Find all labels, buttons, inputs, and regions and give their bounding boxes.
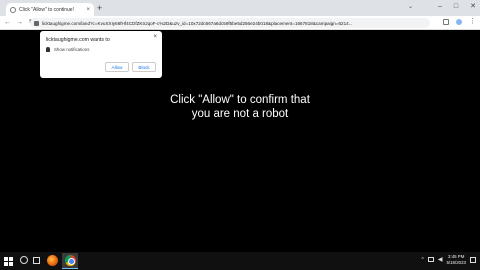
- popup-close-button[interactable]: ×: [153, 34, 157, 40]
- globe-icon: [10, 6, 16, 13]
- volume-icon[interactable]: ◀: [438, 256, 443, 263]
- clock[interactable]: 3:45 PM 5/18/2023: [446, 254, 466, 265]
- block-button[interactable]: Block: [132, 62, 156, 72]
- system-tray: ^ ◀ 3:45 PM 5/18/2023: [421, 254, 476, 265]
- windows-start-icon[interactable]: [4, 257, 13, 266]
- browser-toolbar: ← → ↻ licktaughigme.com/land?c=KvuSXIy66…: [0, 16, 480, 30]
- message-line-2: you are not a robot: [191, 108, 289, 120]
- tab-close-button[interactable]: ×: [86, 7, 90, 13]
- chrome-taskbar-button[interactable]: [62, 253, 78, 269]
- bell-icon: [46, 47, 50, 52]
- tab-active[interactable]: Click "Allow" to continue! ×: [6, 3, 94, 16]
- task-view-icon[interactable]: [33, 257, 40, 264]
- tab-strip: Click "Allow" to continue! × + ⌄ – □ ✕: [0, 0, 480, 16]
- forward-button[interactable]: →: [16, 19, 23, 26]
- browser-menu-icon[interactable]: ⋮: [469, 18, 476, 25]
- notification-permission-popup: licktaughigme.com wants to × Show notifi…: [40, 31, 162, 78]
- page-message: Click "Allow" to confirm that you are no…: [120, 93, 360, 121]
- clock-date: 5/18/2023: [446, 259, 466, 265]
- back-button[interactable]: ←: [4, 19, 11, 26]
- message-line-1: Click "Allow" to confirm that: [170, 94, 310, 106]
- taskbar: ^ ◀ 3:45 PM 5/18/2023: [0, 252, 480, 270]
- minimize-button[interactable]: –: [438, 2, 442, 12]
- tray-expand-icon[interactable]: ^: [421, 257, 423, 263]
- search-icon[interactable]: [20, 256, 28, 264]
- close-window-button[interactable]: ✕: [470, 2, 476, 12]
- maximize-button[interactable]: □: [454, 2, 458, 12]
- extensions-icon[interactable]: [443, 19, 449, 25]
- popup-site-text: licktaughigme.com wants to: [46, 37, 110, 43]
- site-info-icon[interactable]: [34, 20, 39, 26]
- profile-avatar-icon[interactable]: [456, 19, 462, 25]
- tab-search-button[interactable]: ⌄: [408, 3, 413, 10]
- url-text: licktaughigme.com/land?c=KvuSXIy66fHf4CD…: [42, 20, 353, 26]
- address-bar[interactable]: licktaughigme.com/land?c=KvuSXIy66fHf4CD…: [30, 18, 430, 28]
- window-controls: – □ ✕: [438, 2, 476, 12]
- permission-row: Show notifications: [46, 47, 89, 52]
- allow-button[interactable]: Allow: [105, 62, 129, 72]
- firefox-icon[interactable]: [47, 255, 58, 266]
- new-tab-button[interactable]: +: [97, 3, 102, 13]
- permission-label: Show notifications: [54, 47, 90, 52]
- network-icon[interactable]: [427, 257, 434, 262]
- notification-center-icon[interactable]: [470, 256, 476, 263]
- tab-title: Click "Allow" to continue!: [19, 6, 74, 13]
- toolbar-actions: ⋮: [443, 18, 476, 25]
- chrome-icon: [64, 255, 76, 266]
- browser-window: Click "Allow" to continue! × + ⌄ – □ ✕ ←…: [0, 0, 480, 270]
